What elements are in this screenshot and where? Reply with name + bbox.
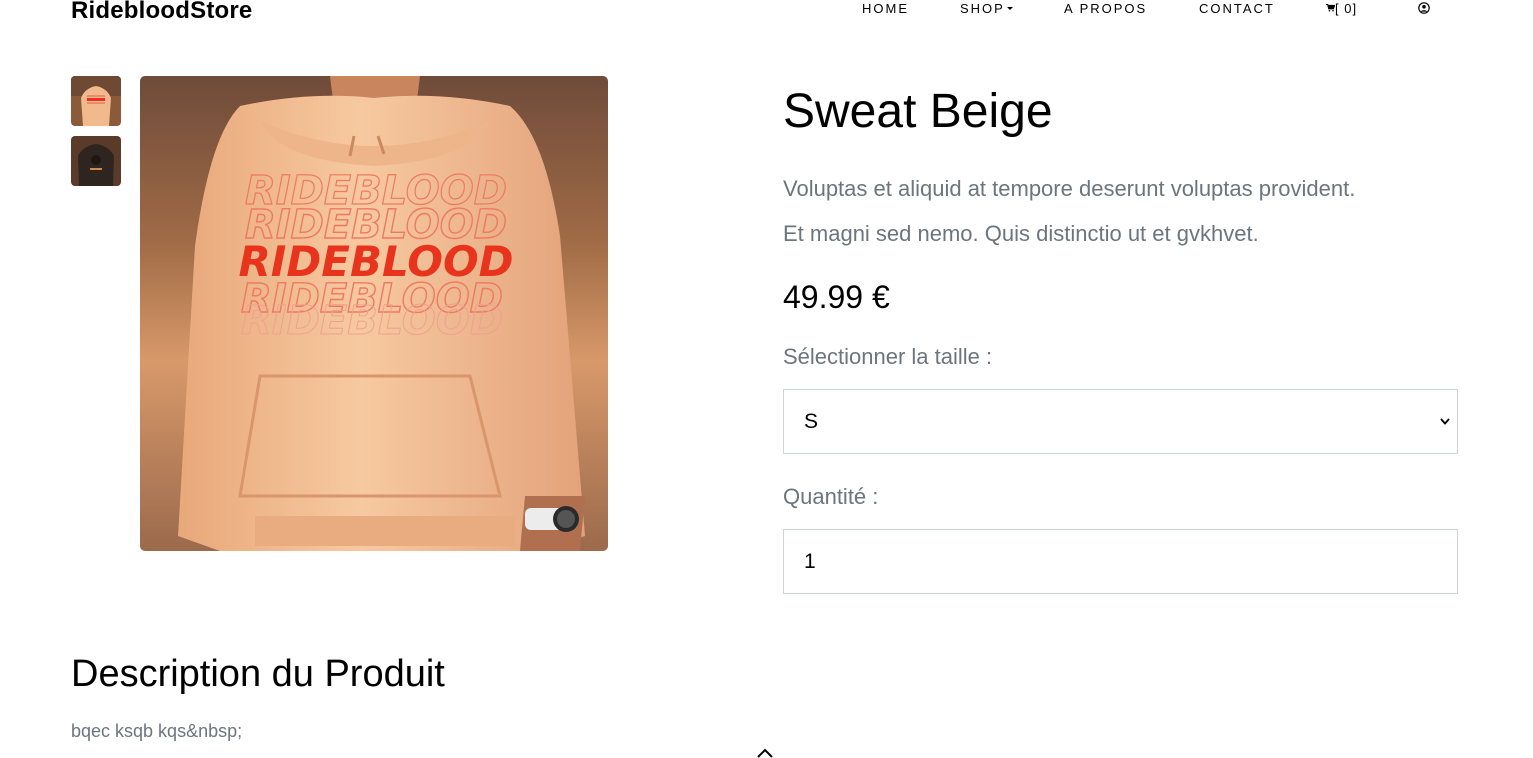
print-outline-4: RIDEBLOOD (241, 298, 503, 344)
quantity-input[interactable]: 1 (783, 529, 1458, 594)
description-heading: Description du Produit (71, 653, 445, 695)
product-lead-line-2: Et magni sed nemo. Quis distinctio ut et… (783, 221, 1259, 246)
product-lead: Voluptas et aliquid at tempore deserunt … (783, 166, 1463, 256)
product-thumbnail-2[interactable] (71, 136, 121, 186)
quantity-label: Quantité : (783, 484, 879, 509)
size-label: Sélectionner la taille : (783, 344, 993, 369)
size-select-value: S (804, 410, 819, 433)
nav-account-link[interactable] (1418, 0, 1430, 18)
quantity-input-value: 1 (804, 550, 816, 573)
product-price: 49.99 € (783, 279, 890, 315)
nav-cart-link[interactable]: [ 0] (1326, 0, 1357, 18)
product-thumbnail-1[interactable] (71, 76, 121, 126)
chevron-down-icon (1440, 418, 1450, 425)
cart-count: [ 0] (1335, 1, 1358, 16)
product-title: Sweat Beige (783, 85, 1053, 138)
cart-icon (1326, 4, 1335, 12)
chevron-up-icon[interactable] (756, 748, 774, 758)
nav-shop-label: SHOP (960, 1, 1005, 16)
description-text: bqec ksqb kqs&nbsp; (71, 721, 243, 741)
nav-about-link[interactable]: A PROPOS (1064, 0, 1147, 18)
user-circle-icon (1418, 2, 1430, 14)
product-lead-line-1: Voluptas et aliquid at tempore deserunt … (783, 176, 1356, 201)
caret-down-icon (1006, 7, 1013, 11)
brand-logo[interactable]: RidebloodStore (71, 0, 252, 26)
nav-contact-link[interactable]: CONTACT (1199, 0, 1275, 18)
product-main-image: RIDEBLOOD RIDEBLOOD RIDEBLOOD RIDEBLOOD … (140, 76, 608, 551)
nav-shop-dropdown[interactable]: SHOP (960, 0, 1013, 18)
nav-home-link[interactable]: HOME (862, 0, 909, 18)
size-select[interactable]: S (783, 389, 1458, 454)
